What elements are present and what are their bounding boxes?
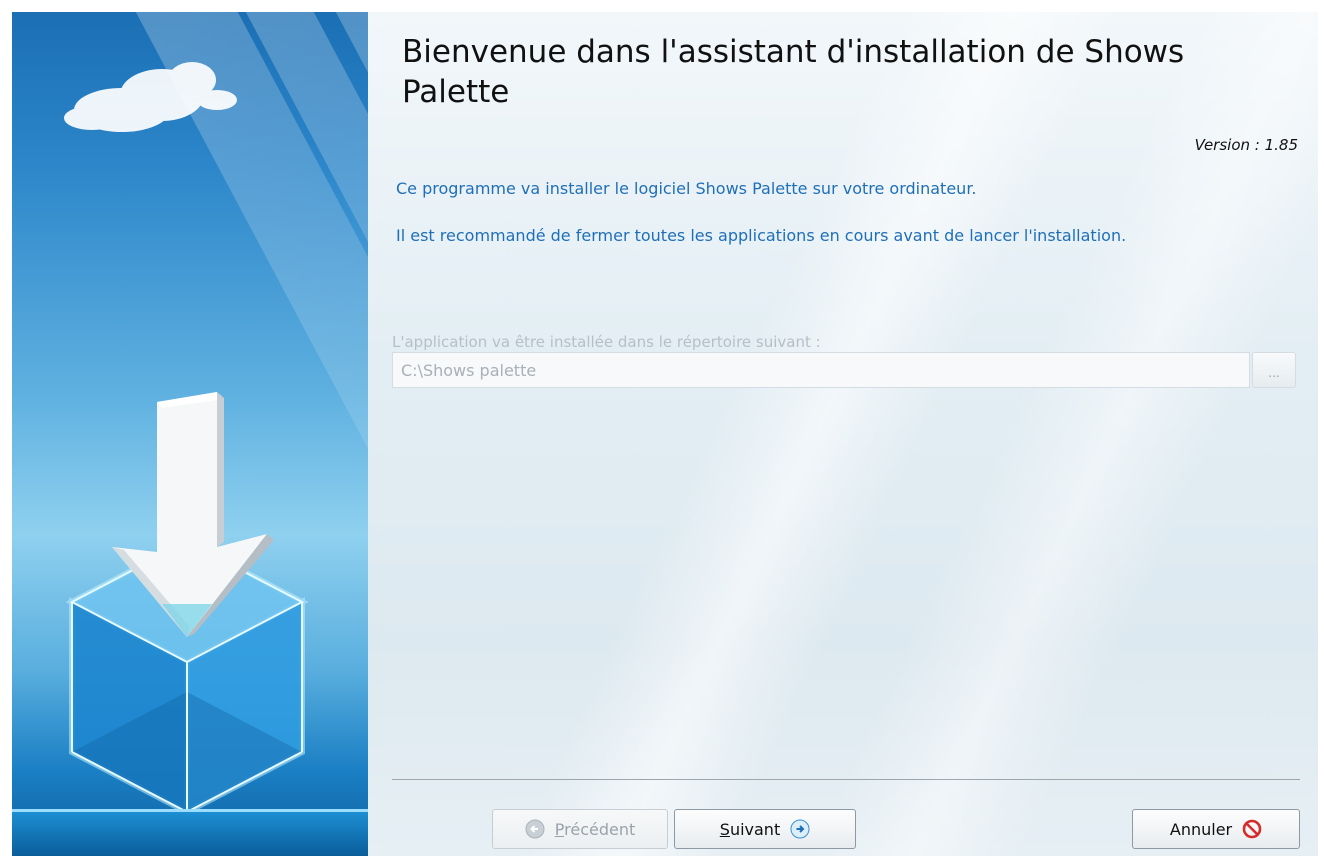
- recommendation-text: Il est recommandé de fermer toutes les a…: [396, 226, 1127, 245]
- side-banner: [12, 12, 368, 856]
- version-label: Version : 1.85: [1194, 136, 1298, 154]
- browse-button[interactable]: ...: [1252, 352, 1296, 388]
- install-directory-input[interactable]: [392, 352, 1250, 388]
- previous-button[interactable]: Précédent: [492, 809, 668, 849]
- installer-window: Bienvenue dans l'assistant d'installatio…: [0, 0, 1324, 856]
- next-button[interactable]: Suivant: [674, 809, 856, 849]
- horizon: [12, 809, 368, 856]
- arrow-right-circle-icon: [790, 819, 810, 839]
- page-title: Bienvenue dans l'assistant d'installatio…: [402, 34, 1185, 110]
- previous-label: Précédent: [554, 819, 636, 839]
- footer-divider: [392, 779, 1300, 780]
- arrow-left-circle-icon: [525, 819, 545, 839]
- intro-text: Ce programme va installer le logiciel Sh…: [396, 179, 977, 198]
- wizard-content: Bienvenue dans l'assistant d'installatio…: [368, 12, 1318, 856]
- install-directory-label: L'application va être installée dans le …: [392, 333, 821, 351]
- prohibited-icon: [1242, 819, 1262, 839]
- cancel-button[interactable]: Annuler: [1132, 809, 1300, 849]
- cancel-label: Annuler: [1169, 819, 1233, 839]
- next-label: Suivant: [719, 819, 781, 839]
- download-arrow-box-icon: [65, 392, 309, 817]
- cloud-icon: [64, 62, 237, 132]
